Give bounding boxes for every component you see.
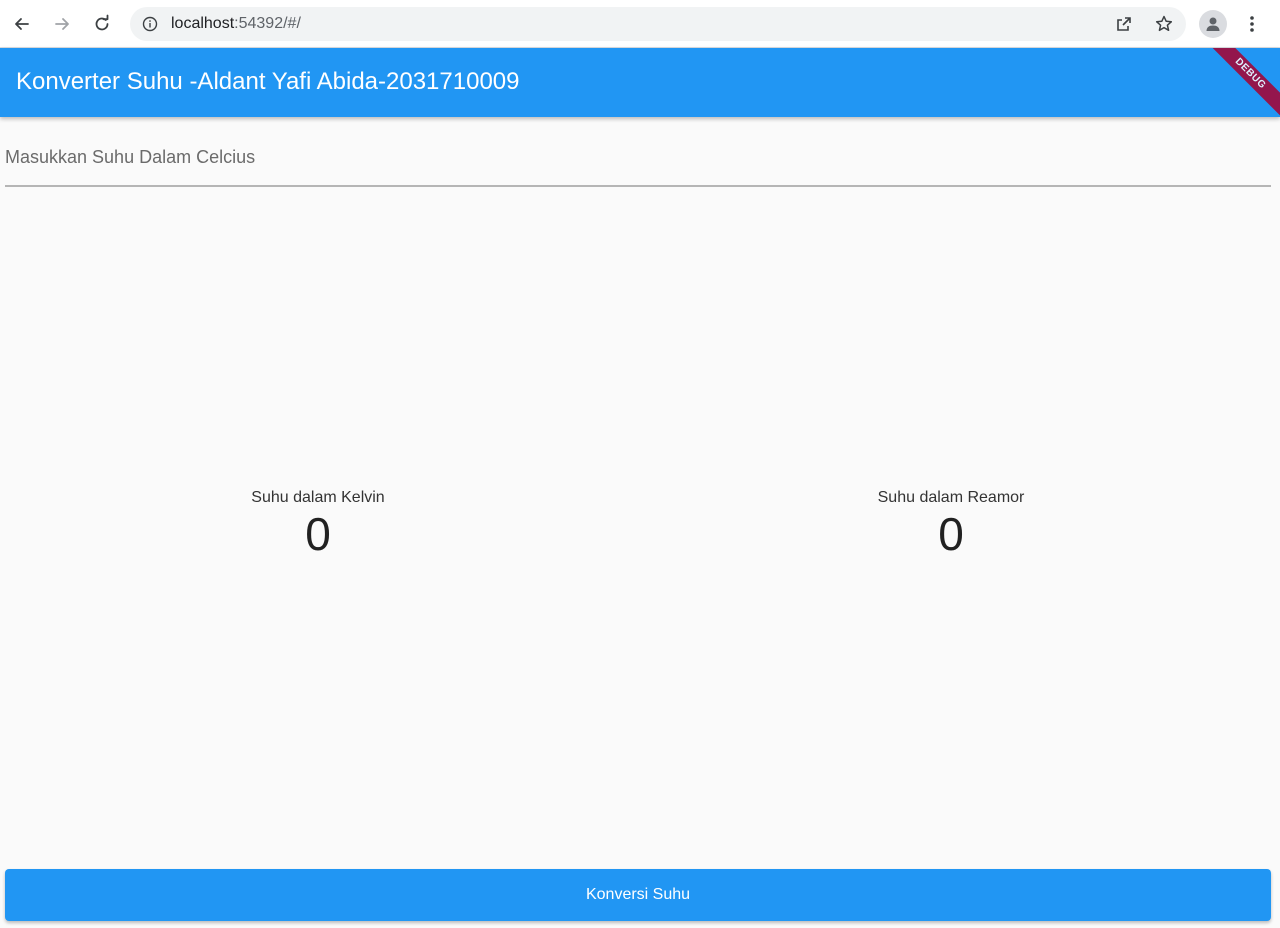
profile-icon (1206, 17, 1220, 31)
reload-button[interactable] (86, 8, 118, 40)
reamor-result: Suhu dalam Reamor 0 (821, 488, 1081, 560)
browser-toolbar: localhost:54392/#/ (0, 0, 1280, 48)
celsius-input[interactable] (5, 142, 1271, 172)
back-icon (15, 18, 29, 30)
reamor-value: 0 (938, 508, 964, 560)
profile-button[interactable] (1199, 10, 1227, 38)
kelvin-label: Suhu dalam Kelvin (251, 489, 385, 506)
back-button[interactable] (6, 8, 38, 40)
celsius-input-field[interactable] (5, 140, 1271, 187)
kelvin-result: Suhu dalam Kelvin 0 (188, 488, 448, 560)
url-text: localhost:54392/#/ (171, 15, 301, 33)
address-bar[interactable]: localhost:54392/#/ (130, 7, 1186, 41)
share-icon (1117, 17, 1131, 31)
debug-banner: DEBUG (1201, 48, 1280, 117)
kelvin-value: 0 (305, 508, 331, 560)
url-path: :54392/#/ (234, 15, 301, 32)
reamor-label: Suhu dalam Reamor (877, 489, 1025, 506)
url-host: localhost (171, 15, 235, 32)
browser-menu-button[interactable] (1240, 10, 1264, 38)
app-bar: Konverter Suhu -Aldant Yafi Abida-203171… (0, 48, 1280, 117)
more-vert-icon (1250, 16, 1254, 32)
app-title: Konverter Suhu -Aldant Yafi Abida-203171… (16, 68, 520, 95)
forward-icon (55, 18, 69, 30)
star-icon (1155, 15, 1173, 32)
share-button[interactable] (1112, 12, 1136, 36)
reload-icon (95, 14, 109, 31)
convert-button[interactable]: Konversi Suhu (5, 869, 1271, 921)
bookmark-button[interactable] (1152, 12, 1176, 36)
info-icon[interactable] (142, 16, 158, 32)
forward-button[interactable] (46, 8, 78, 40)
